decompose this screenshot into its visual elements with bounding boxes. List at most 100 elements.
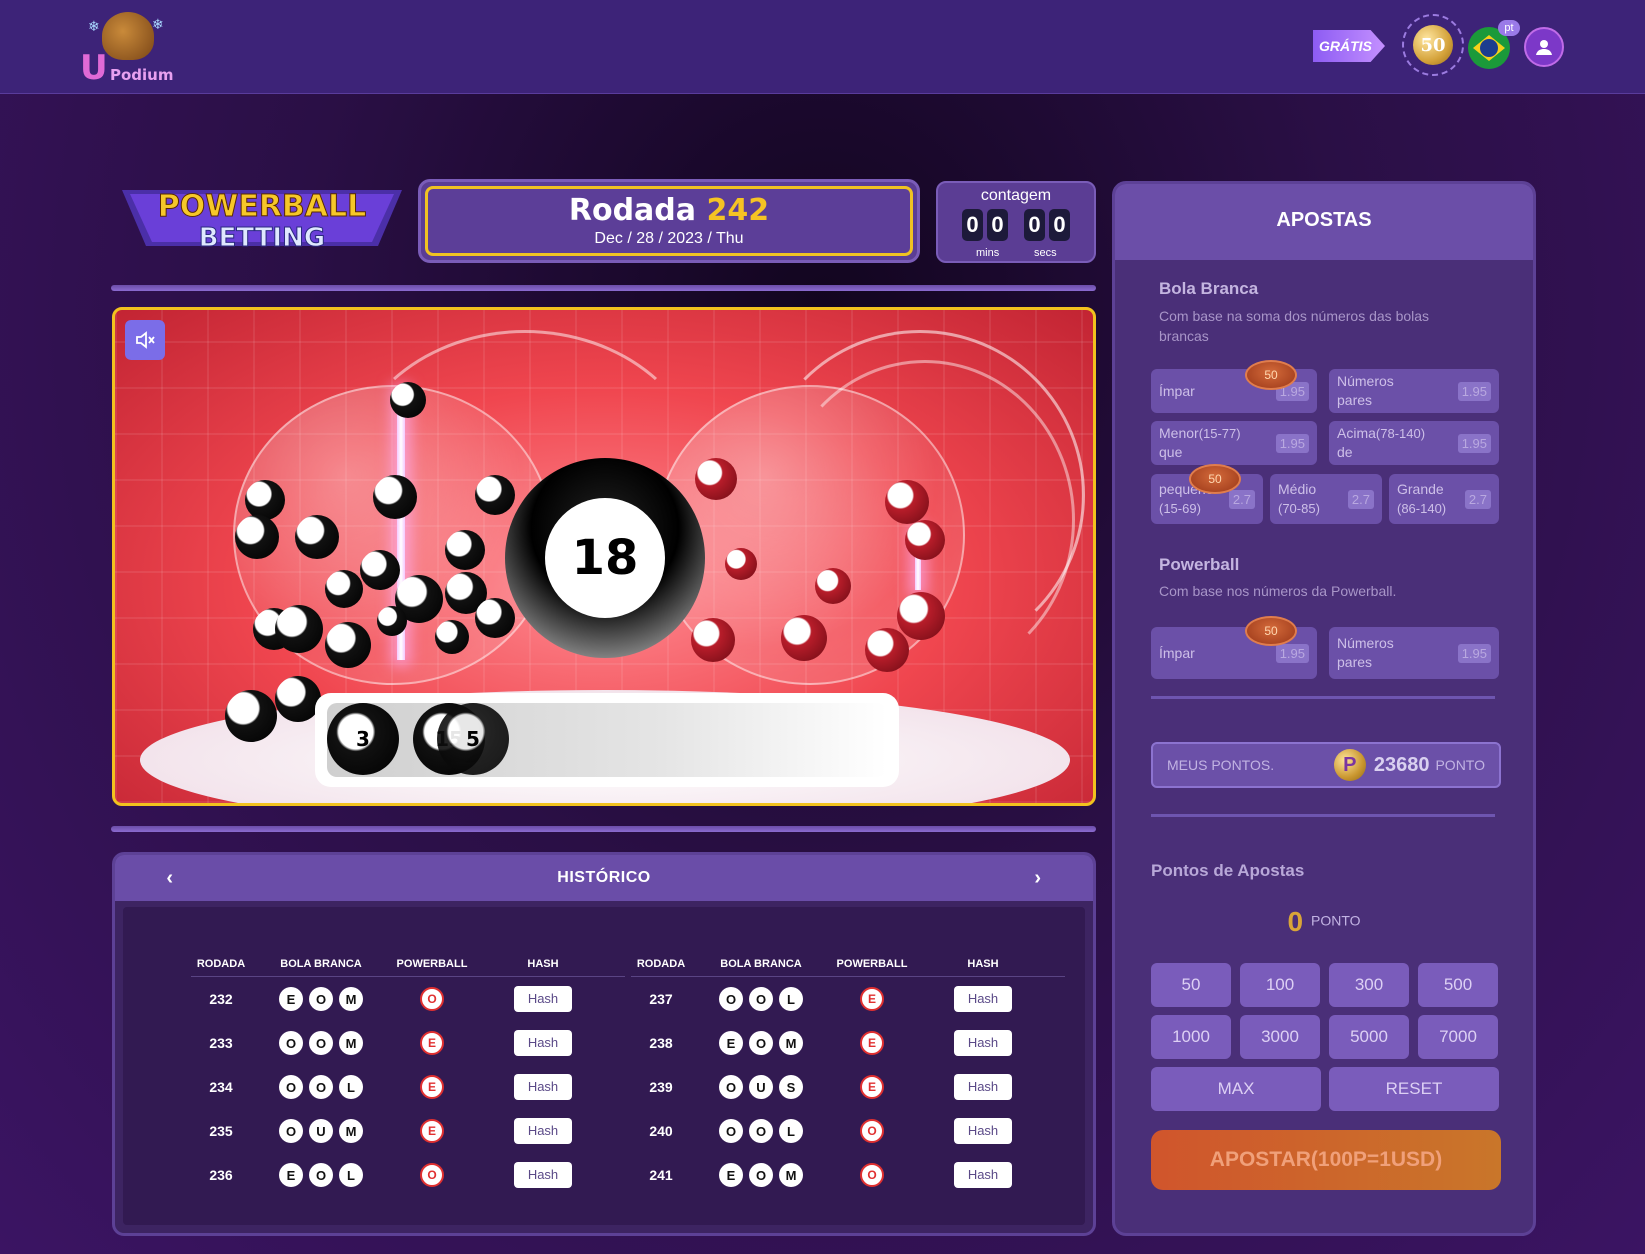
bet-label-line: que xyxy=(1159,444,1183,460)
max-button[interactable]: MAX xyxy=(1151,1067,1321,1111)
history-row: 236 E O L O Hash xyxy=(191,1153,625,1197)
history-powerball: E xyxy=(831,1031,913,1055)
powerball-betting-logo: POWERBALL BETTING xyxy=(122,189,402,254)
countdown-digit: 0 xyxy=(987,209,1008,241)
user-profile-button[interactable] xyxy=(1524,27,1564,67)
round-date: Dec / 28 / 2023 / Thu xyxy=(594,230,744,247)
bet-powerball-even[interactable]: Números pares 1.95 xyxy=(1329,627,1499,679)
hash-button[interactable]: Hash xyxy=(954,1074,1012,1100)
bet-label: Números pares xyxy=(1337,634,1394,672)
white-ball-section-desc: Com base na soma dos números das bolas b… xyxy=(1159,308,1430,344)
bet-label-line: (70-85) xyxy=(1278,501,1320,516)
white-ball xyxy=(377,606,407,636)
powerball-result-ball: E xyxy=(860,1031,884,1055)
separator xyxy=(111,285,1096,291)
bet-odd: 1.95 xyxy=(1457,643,1491,663)
bet-chip: 50 xyxy=(1245,616,1297,646)
bet-white-under[interactable]: Menor(15-77) que 1.95 xyxy=(1151,421,1317,465)
amount-button-1000[interactable]: 1000 xyxy=(1151,1015,1231,1059)
hash-button[interactable]: Hash xyxy=(514,1118,572,1144)
history-hash-cell: Hash xyxy=(913,1118,1053,1144)
white-result-ball: E xyxy=(719,1031,743,1055)
site-logo[interactable]: ❄ ❄ U Podium xyxy=(80,8,176,88)
bet-odd: 1.95 xyxy=(1457,381,1491,401)
history-column-header: POWERBALL xyxy=(836,957,908,970)
history-row: 241 E O M O Hash xyxy=(631,1153,1065,1197)
history-white-balls: OUM xyxy=(251,1119,391,1143)
history-hash-cell: Hash xyxy=(473,1030,613,1056)
history-round: 237 xyxy=(649,991,673,1007)
free-bonus-button[interactable]: GRÁTIS xyxy=(1313,30,1385,62)
history-round: 235 xyxy=(209,1123,233,1139)
hash-button[interactable]: Hash xyxy=(954,986,1012,1012)
powerball-result-ball: E xyxy=(420,1031,444,1055)
bet-white-over[interactable]: Acima(78-140) de 1.95 xyxy=(1329,421,1499,465)
points-coin-icon: P xyxy=(1333,749,1366,781)
bet-points-unit: PONTO xyxy=(1311,912,1361,929)
hash-button[interactable]: Hash xyxy=(954,1030,1012,1056)
divider xyxy=(1151,814,1495,817)
logo-text: Podium xyxy=(110,66,174,84)
amount-button-3000[interactable]: 3000 xyxy=(1240,1015,1320,1059)
bet-label-line: (86-140) xyxy=(1397,501,1447,516)
hash-button[interactable]: Hash xyxy=(514,1162,572,1188)
red-ball xyxy=(905,520,945,560)
white-result-ball: O xyxy=(309,1163,333,1187)
hash-button[interactable]: Hash xyxy=(514,1074,572,1100)
bet-white-medium[interactable]: Médio (70-85) 2.7 xyxy=(1270,474,1382,524)
white-result-ball: O xyxy=(719,1119,743,1143)
history-round: 239 xyxy=(649,1079,673,1095)
history-header-row: RODADA BOLA BRANCA POWERBALL HASH xyxy=(191,951,625,977)
countdown-digit: 0 xyxy=(962,209,983,241)
powerball-result-ball: O xyxy=(860,1163,884,1187)
amount-button-500[interactable]: 500 xyxy=(1418,963,1498,1007)
history-powerball: E xyxy=(831,1075,913,1099)
bets-panel: APOSTAS Bola Branca Com base na soma dos… xyxy=(1112,181,1536,1236)
bet-points-title: Pontos de Apostas xyxy=(1151,861,1305,880)
reset-button[interactable]: RESET xyxy=(1329,1067,1499,1111)
white-result-ball: O xyxy=(749,1119,773,1143)
history-powerball: O xyxy=(831,1163,913,1187)
white-result-ball: O xyxy=(279,1031,303,1055)
history-prev-button[interactable]: ‹ xyxy=(155,855,185,901)
powerball-result-ball: E xyxy=(420,1119,444,1143)
bet-white-large[interactable]: Grande (86-140) 2.7 xyxy=(1389,474,1499,524)
history-body: RODADA BOLA BRANCA POWERBALL HASH 232 E O M O Has… xyxy=(123,907,1085,1225)
amount-button-7000[interactable]: 7000 xyxy=(1418,1015,1498,1059)
white-ball-section-title: Bola Branca xyxy=(1159,279,1259,298)
hash-button[interactable]: Hash xyxy=(954,1118,1012,1144)
bet-label: Ímpar xyxy=(1159,644,1195,661)
bet-label: Médio (70-85) xyxy=(1278,480,1320,518)
bet-label-line: Acima xyxy=(1337,425,1376,441)
white-ball xyxy=(475,475,515,515)
place-bet-button[interactable]: APOSTAR(100P=1USD) xyxy=(1151,1130,1501,1190)
amount-button-100[interactable]: 100 xyxy=(1240,963,1320,1007)
red-ball xyxy=(897,592,945,640)
history-row: 232 E O M O Hash xyxy=(191,977,625,1021)
speaker-mute-icon xyxy=(136,331,155,349)
amount-button-5000[interactable]: 5000 xyxy=(1329,1015,1409,1059)
history-next-button[interactable]: › xyxy=(1023,855,1053,901)
hash-button[interactable]: Hash xyxy=(514,986,572,1012)
white-result-ball: O xyxy=(749,987,773,1011)
separator xyxy=(111,826,1096,832)
bet-white-even[interactable]: Números pares 1.95 xyxy=(1329,369,1499,413)
bet-odd: 1.95 xyxy=(1275,643,1309,663)
history-column-header: POWERBALL xyxy=(396,957,468,970)
history-white-balls: EOM xyxy=(691,1031,831,1055)
coin-button[interactable]: 50 xyxy=(1402,14,1464,76)
red-ball xyxy=(725,548,757,580)
mute-button[interactable] xyxy=(125,320,165,360)
bet-label-line: Médio xyxy=(1278,481,1317,497)
history-panel: ‹ HISTÓRICO › RODADA BOLA BRANCA POWERBALL… xyxy=(112,852,1096,1236)
amount-button-50[interactable]: 50 xyxy=(1151,963,1231,1007)
history-hash-cell: Hash xyxy=(473,1118,613,1144)
hash-button[interactable]: Hash xyxy=(514,1030,572,1056)
amount-button-300[interactable]: 300 xyxy=(1329,963,1409,1007)
history-white-balls: EOL xyxy=(251,1163,391,1187)
white-result-ball: O xyxy=(309,987,333,1011)
history-row: 233 O O M E Hash xyxy=(191,1021,625,1065)
my-points-unit: PONTO xyxy=(1435,757,1485,773)
tray-ball: 5 xyxy=(437,703,509,775)
hash-button[interactable]: Hash xyxy=(954,1162,1012,1188)
